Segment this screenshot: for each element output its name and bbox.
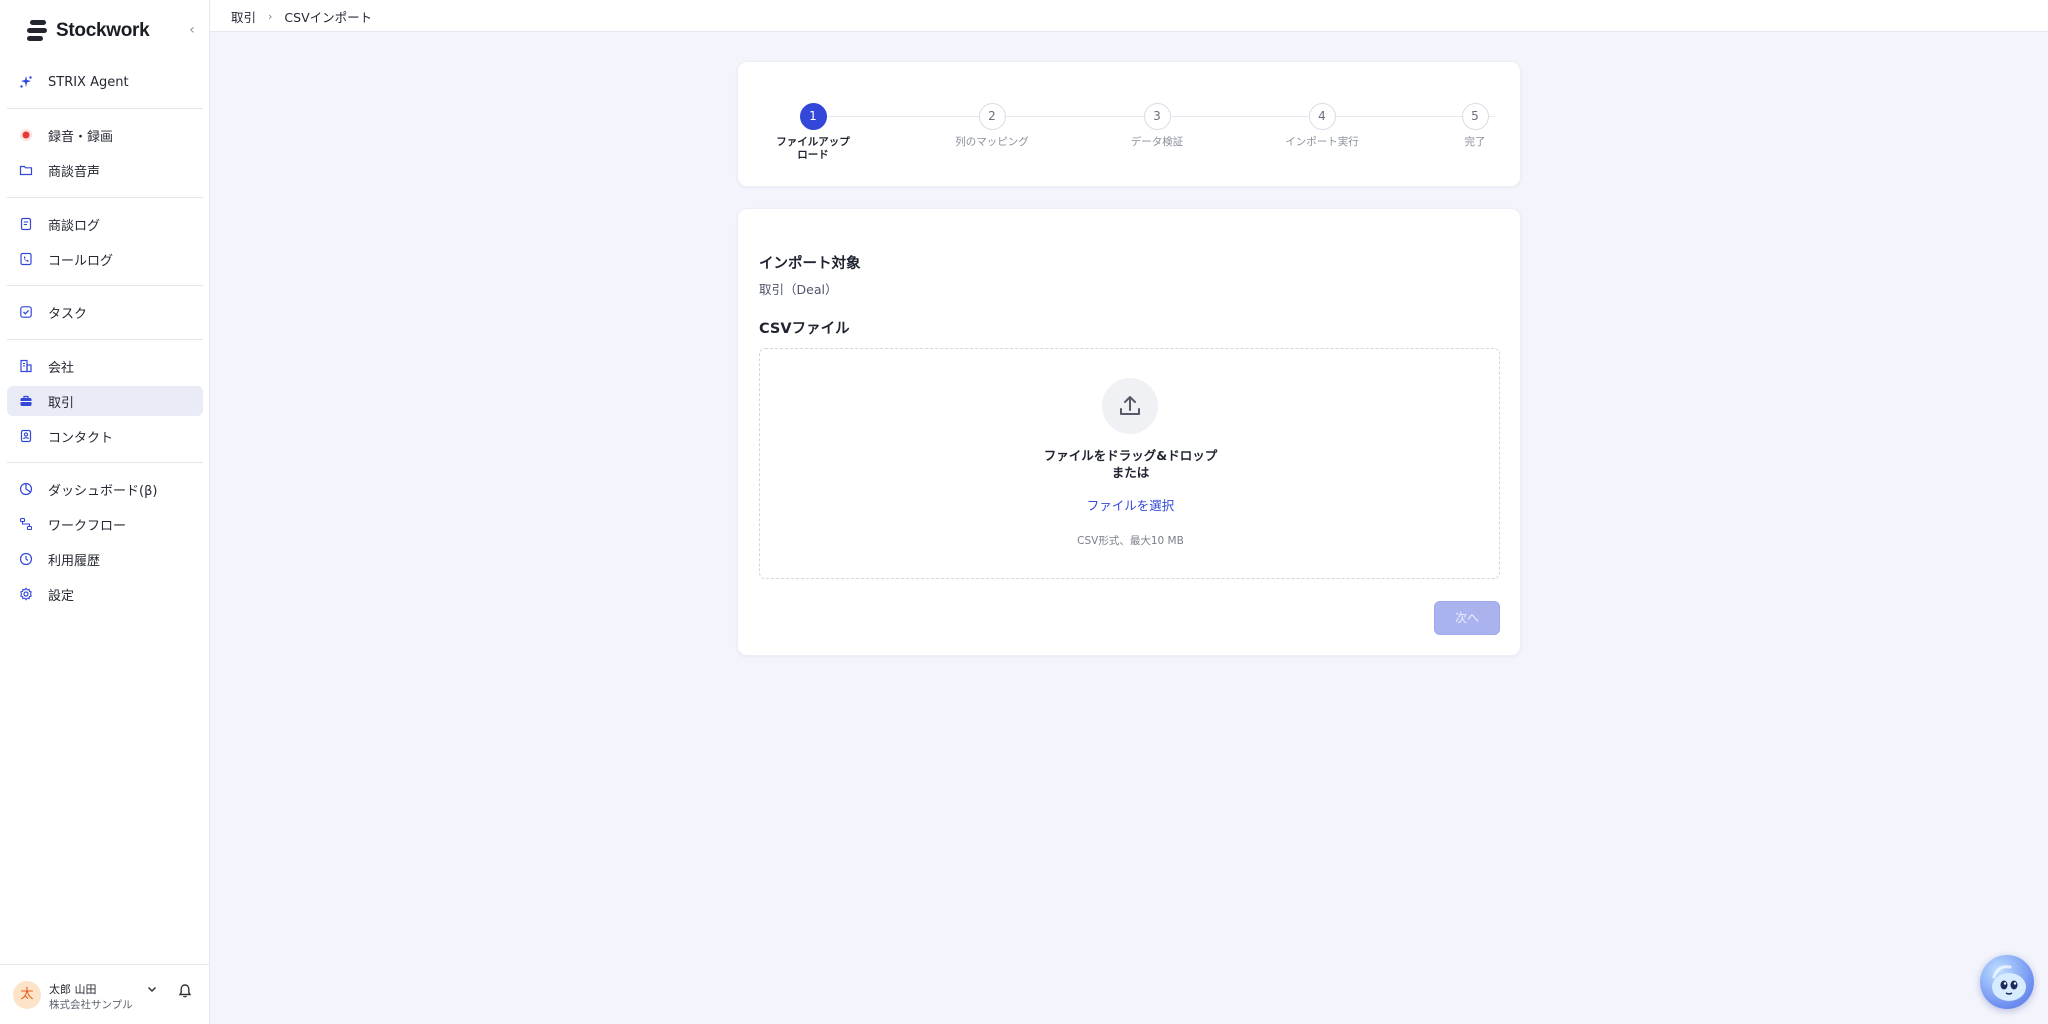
breadcrumb-current: CSVインポート bbox=[284, 10, 373, 25]
next-button[interactable]: 次へ bbox=[1434, 601, 1500, 635]
history-icon bbox=[18, 551, 34, 567]
workflow-icon bbox=[18, 516, 34, 532]
sidebar-item-label: 会社 bbox=[48, 360, 75, 376]
sidebar-item-settings[interactable]: 設定 bbox=[7, 579, 203, 609]
sidebar-item-usage-history[interactable]: 利用履歴 bbox=[7, 544, 203, 574]
chevron-down-icon[interactable] bbox=[146, 983, 158, 998]
step-number: 2 bbox=[978, 103, 1006, 130]
logo-icon bbox=[24, 19, 50, 43]
sidebar-divider bbox=[7, 108, 203, 109]
step-number: 5 bbox=[1461, 103, 1489, 130]
step-label: 列のマッピング bbox=[955, 136, 1029, 148]
sidebar-item-meeting-log[interactable]: 商談ログ bbox=[7, 209, 203, 239]
step-label: ファイルアップ ロード bbox=[776, 136, 850, 161]
contact-icon bbox=[18, 428, 34, 444]
sidebar-item-deals[interactable]: 取引 bbox=[7, 386, 203, 416]
upload-form: インポート対象 取引（Deal） CSVファイル ファイルをドラッグ&ドロップ … bbox=[737, 208, 1521, 656]
breadcrumb-deals-link[interactable]: 取引 bbox=[231, 7, 256, 26]
step-column-mapping: 2 列のマッピング bbox=[947, 103, 1037, 149]
breadcrumb: 取引 › CSVインポート bbox=[231, 7, 372, 26]
step-file-upload: 1 ファイルアップ ロード bbox=[768, 103, 858, 162]
sidebar-item-label: 録音・録画 bbox=[48, 129, 114, 145]
sidebar-divider bbox=[7, 285, 203, 286]
step-number: 3 bbox=[1143, 103, 1171, 130]
sidebar-item-label: ワークフロー bbox=[48, 518, 127, 534]
record-icon bbox=[18, 127, 34, 143]
sparkle-icon bbox=[18, 74, 34, 90]
import-target-title: インポート対象 bbox=[759, 256, 861, 272]
sidebar-item-label: 商談音声 bbox=[48, 164, 101, 180]
sidebar-item-label: コンタクト bbox=[48, 430, 114, 446]
import-target-value: 取引（Deal） bbox=[759, 282, 838, 297]
step-label: インポート実行 bbox=[1285, 136, 1359, 148]
file-dropzone[interactable]: ファイルをドラッグ&ドロップ または ファイルを選択 CSV形式、最大10 MB bbox=[759, 348, 1500, 579]
sidebar-item-workflow[interactable]: ワークフロー bbox=[7, 509, 203, 539]
sidebar-item-recording[interactable]: 録音・録画 bbox=[7, 120, 203, 150]
folder-icon bbox=[18, 162, 34, 178]
select-file-link[interactable]: ファイルを選択 bbox=[760, 495, 1501, 514]
sidebar-item-companies[interactable]: 会社 bbox=[7, 351, 203, 381]
chart-icon bbox=[18, 481, 34, 497]
sidebar-item-meeting-audio[interactable]: 商談音声 bbox=[7, 155, 203, 185]
building-icon bbox=[18, 358, 34, 374]
import-stepper: 1 ファイルアップ ロード 2 列のマッピング 3 データ検証 4 インポート実… bbox=[737, 61, 1521, 187]
assistant-mascot-icon bbox=[1992, 965, 2026, 1001]
collapse-sidebar-icon[interactable]: ‹ bbox=[184, 20, 200, 40]
logo-text: Stockwork bbox=[56, 20, 150, 41]
sidebar-item-label: 商談ログ bbox=[48, 218, 101, 234]
checkbox-icon bbox=[18, 304, 34, 320]
sidebar-item-label: ダッシュボード(β) bbox=[48, 483, 158, 499]
phone-icon bbox=[18, 251, 34, 267]
chevron-right-icon: › bbox=[268, 10, 273, 23]
step-number: 4 bbox=[1308, 103, 1336, 130]
sidebar-item-call-log[interactable]: コールログ bbox=[7, 244, 203, 274]
step-complete: 5 完了 bbox=[1430, 103, 1520, 149]
step-number: 1 bbox=[799, 103, 827, 130]
csv-file-title: CSVファイル bbox=[759, 321, 850, 337]
step-label: データ検証 bbox=[1130, 136, 1184, 148]
topbar: 取引 › CSVインポート bbox=[210, 0, 2048, 32]
user-org: 株式会社サンプル bbox=[49, 999, 133, 1011]
step-label: 完了 bbox=[1464, 136, 1486, 148]
bell-icon[interactable] bbox=[178, 983, 192, 1003]
chat-assistant-button[interactable] bbox=[1980, 955, 2034, 1009]
user-name: 太郎 山田 bbox=[49, 983, 97, 996]
sidebar-item-contacts[interactable]: コンタクト bbox=[7, 421, 203, 451]
sidebar-divider bbox=[7, 197, 203, 198]
upload-icon bbox=[1102, 378, 1158, 434]
step-import-run: 4 インポート実行 bbox=[1277, 103, 1367, 149]
sidebar-item-dashboard[interactable]: ダッシュボード(β) bbox=[7, 474, 203, 504]
document-icon bbox=[18, 216, 34, 232]
sidebar-divider bbox=[7, 339, 203, 340]
briefcase-icon bbox=[18, 393, 34, 409]
sidebar-item-tasks[interactable]: タスク bbox=[7, 297, 203, 327]
sidebar: Stockwork ‹ STRIX Agent 録音・録画 商談音声 商談ログ … bbox=[0, 0, 210, 1024]
sidebar-item-strix-agent[interactable]: STRIX Agent bbox=[7, 67, 203, 97]
app-logo[interactable]: Stockwork bbox=[24, 18, 150, 44]
sidebar-item-label: STRIX Agent bbox=[48, 74, 129, 90]
file-format-hint: CSV形式、最大10 MB bbox=[1077, 535, 1184, 547]
sidebar-item-label: コールログ bbox=[48, 253, 114, 269]
sidebar-item-label: 利用履歴 bbox=[48, 553, 101, 569]
avatar[interactable]: 太 bbox=[13, 981, 41, 1009]
sidebar-item-label: 取引 bbox=[48, 395, 75, 411]
dropzone-instructions: ファイルをドラッグ&ドロップ または bbox=[1043, 448, 1218, 480]
sidebar-item-label: タスク bbox=[48, 306, 88, 322]
sidebar-divider bbox=[7, 462, 203, 463]
user-menu: 太 太郎 山田 株式会社サンプル bbox=[0, 964, 210, 1024]
step-data-validation: 3 データ検証 bbox=[1112, 103, 1202, 149]
sidebar-item-label: 設定 bbox=[48, 588, 75, 604]
gear-icon bbox=[18, 586, 34, 602]
